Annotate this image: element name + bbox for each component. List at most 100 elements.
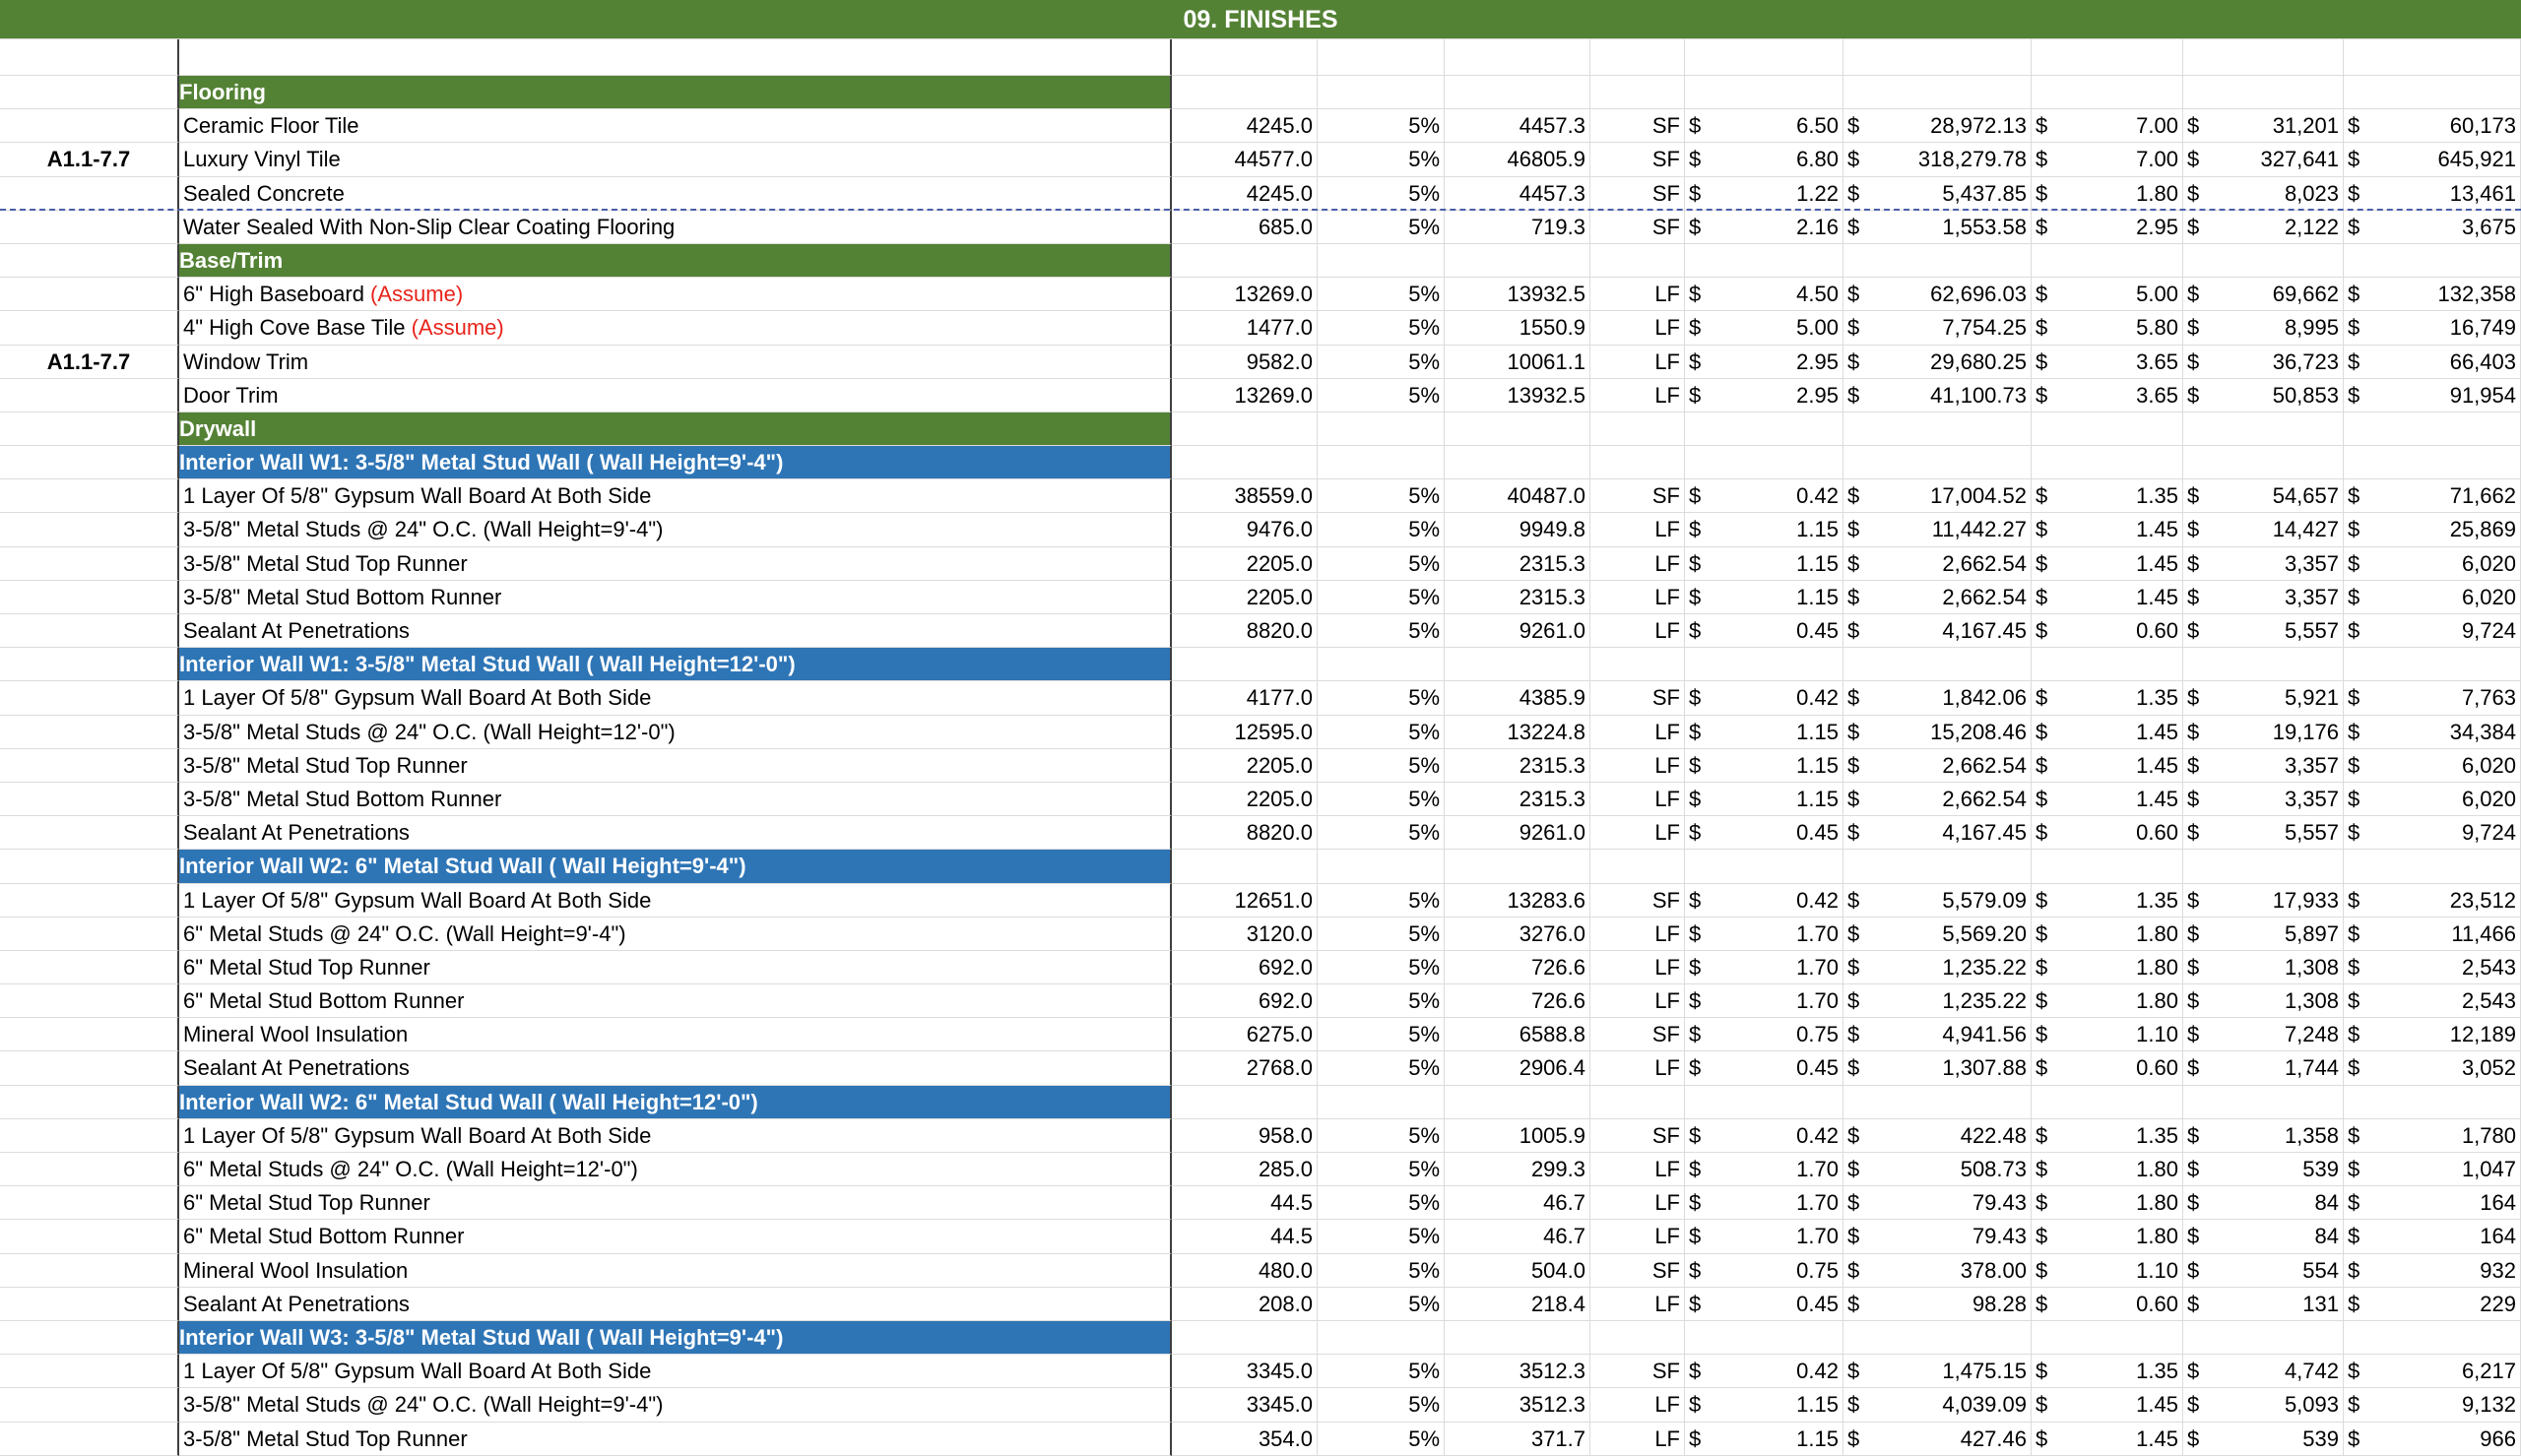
- labor-rate-cell[interactable]: $1.45: [2032, 782, 2183, 817]
- drawing-ref-cell[interactable]: [0, 1085, 179, 1119]
- material-rate-cell[interactable]: $6.50: [1685, 109, 1843, 144]
- material-total-cell[interactable]: $1,235.22: [1843, 950, 2032, 985]
- adjusted-quantity-cell[interactable]: 371.7: [1445, 1422, 1590, 1456]
- material-total-cell[interactable]: $422.48: [1843, 1118, 2032, 1153]
- waste-factor-cell[interactable]: 5%: [1318, 1388, 1445, 1423]
- item-description-cell[interactable]: 6" High Baseboard (Assume): [179, 278, 1172, 312]
- line-total-cell[interactable]: $132,358: [2344, 278, 2521, 312]
- labor-total-cell[interactable]: $84: [2183, 1220, 2344, 1254]
- drawing-ref-cell[interactable]: [0, 176, 179, 211]
- labor-total-cell[interactable]: $5,897: [2183, 917, 2344, 951]
- material-total-cell[interactable]: $427.46: [1843, 1422, 2032, 1456]
- material-total-cell[interactable]: $1,235.22: [1843, 984, 2032, 1019]
- drawing-ref-cell[interactable]: [0, 109, 179, 144]
- labor-rate-cell[interactable]: $1.80: [2032, 917, 2183, 951]
- unit-cell[interactable]: SF: [1590, 479, 1685, 514]
- unit-cell[interactable]: LF: [1590, 1287, 1685, 1321]
- quantity-cell[interactable]: 480.0: [1172, 1253, 1318, 1288]
- subcategory-header-cell[interactable]: Interior Wall W3: 3-5/8" Metal Stud Wall…: [179, 1320, 1172, 1356]
- drawing-ref-cell[interactable]: [0, 1051, 179, 1086]
- line-total-cell[interactable]: $11,466: [2344, 917, 2521, 951]
- cell[interactable]: [1172, 850, 1318, 884]
- waste-factor-cell[interactable]: 5%: [1318, 143, 1445, 177]
- item-description-cell[interactable]: 1 Layer Of 5/8" Gypsum Wall Board At Bot…: [179, 681, 1172, 716]
- unit-cell[interactable]: LF: [1590, 917, 1685, 951]
- waste-factor-cell[interactable]: 5%: [1318, 1355, 1445, 1389]
- cell[interactable]: [1445, 411, 1590, 447]
- cell[interactable]: [1685, 446, 1843, 480]
- waste-factor-cell[interactable]: 5%: [1318, 782, 1445, 817]
- material-total-cell[interactable]: $28,972.13: [1843, 109, 2032, 144]
- labor-rate-cell[interactable]: $1.35: [2032, 1118, 2183, 1153]
- adjusted-quantity-cell[interactable]: 13283.6: [1445, 883, 1590, 918]
- cell[interactable]: [2183, 648, 2344, 682]
- labor-rate-cell[interactable]: $1.45: [2032, 1388, 2183, 1423]
- cell[interactable]: [1685, 648, 1843, 682]
- drawing-ref-cell[interactable]: [0, 748, 179, 783]
- quantity-cell[interactable]: 8820.0: [1172, 614, 1318, 649]
- drawing-ref-cell[interactable]: [0, 580, 179, 614]
- labor-total-cell[interactable]: $14,427: [2183, 513, 2344, 547]
- quantity-cell[interactable]: 12651.0: [1172, 883, 1318, 918]
- cell[interactable]: [1318, 411, 1445, 447]
- line-total-cell[interactable]: $71,662: [2344, 479, 2521, 514]
- material-rate-cell[interactable]: $2.95: [1685, 378, 1843, 412]
- quantity-cell[interactable]: 2768.0: [1172, 1051, 1318, 1086]
- quantity-cell[interactable]: 13269.0: [1172, 378, 1318, 412]
- labor-rate-cell[interactable]: $1.80: [2032, 984, 2183, 1019]
- cell[interactable]: [1843, 446, 2032, 480]
- unit-cell[interactable]: LF: [1590, 580, 1685, 614]
- waste-factor-cell[interactable]: 5%: [1318, 210, 1445, 244]
- item-description-cell[interactable]: Water Sealed With Non-Slip Clear Coating…: [179, 210, 1172, 244]
- quantity-cell[interactable]: 2205.0: [1172, 580, 1318, 614]
- material-total-cell[interactable]: $2,662.54: [1843, 748, 2032, 783]
- labor-rate-cell[interactable]: $0.60: [2032, 614, 2183, 649]
- waste-factor-cell[interactable]: 5%: [1318, 278, 1445, 312]
- adjusted-quantity-cell[interactable]: 2315.3: [1445, 748, 1590, 783]
- item-description-cell[interactable]: 1 Layer Of 5/8" Gypsum Wall Board At Bot…: [179, 1118, 1172, 1153]
- line-total-cell[interactable]: $16,749: [2344, 311, 2521, 346]
- line-total-cell[interactable]: $66,403: [2344, 345, 2521, 379]
- unit-cell[interactable]: LF: [1590, 278, 1685, 312]
- cell[interactable]: [1318, 39, 1445, 76]
- drawing-ref-cell[interactable]: [0, 76, 179, 110]
- cell[interactable]: [2032, 39, 2183, 76]
- item-description-cell[interactable]: 6" Metal Studs @ 24" O.C. (Wall Height=1…: [179, 1153, 1172, 1187]
- cell[interactable]: [1172, 648, 1318, 682]
- labor-total-cell[interactable]: $5,557: [2183, 816, 2344, 851]
- drawing-ref-cell[interactable]: [0, 311, 179, 346]
- waste-factor-cell[interactable]: 5%: [1318, 109, 1445, 144]
- waste-factor-cell[interactable]: 5%: [1318, 1186, 1445, 1221]
- item-description-cell[interactable]: Mineral Wool Insulation: [179, 1253, 1172, 1288]
- line-total-cell[interactable]: $6,217: [2344, 1355, 2521, 1389]
- quantity-cell[interactable]: 685.0: [1172, 210, 1318, 244]
- item-description-cell[interactable]: 6" Metal Stud Bottom Runner: [179, 1220, 1172, 1254]
- labor-rate-cell[interactable]: $2.95: [2032, 210, 2183, 244]
- cell[interactable]: [1590, 1085, 1685, 1119]
- material-total-cell[interactable]: $5,437.85: [1843, 176, 2032, 211]
- material-rate-cell[interactable]: $0.42: [1685, 1118, 1843, 1153]
- quantity-cell[interactable]: 2205.0: [1172, 546, 1318, 581]
- adjusted-quantity-cell[interactable]: 9261.0: [1445, 816, 1590, 851]
- labor-total-cell[interactable]: $5,093: [2183, 1388, 2344, 1423]
- item-description-cell[interactable]: Ceramic Floor Tile: [179, 109, 1172, 144]
- sheet-title-banner[interactable]: 09. FINISHES: [0, 0, 2521, 39]
- line-total-cell[interactable]: $3,675: [2344, 210, 2521, 244]
- quantity-cell[interactable]: 8820.0: [1172, 816, 1318, 851]
- adjusted-quantity-cell[interactable]: 13932.5: [1445, 278, 1590, 312]
- labor-rate-cell[interactable]: $7.00: [2032, 109, 2183, 144]
- item-description-cell[interactable]: 6" Metal Stud Bottom Runner: [179, 984, 1172, 1019]
- material-total-cell[interactable]: $1,553.58: [1843, 210, 2032, 244]
- quantity-cell[interactable]: 692.0: [1172, 950, 1318, 985]
- cell[interactable]: [2344, 411, 2521, 447]
- material-rate-cell[interactable]: $0.75: [1685, 1018, 1843, 1052]
- cell[interactable]: [1445, 76, 1590, 110]
- adjusted-quantity-cell[interactable]: 504.0: [1445, 1253, 1590, 1288]
- unit-cell[interactable]: SF: [1590, 1118, 1685, 1153]
- adjusted-quantity-cell[interactable]: 3276.0: [1445, 917, 1590, 951]
- quantity-cell[interactable]: 12595.0: [1172, 715, 1318, 749]
- labor-rate-cell[interactable]: $1.45: [2032, 513, 2183, 547]
- material-rate-cell[interactable]: $1.15: [1685, 715, 1843, 749]
- waste-factor-cell[interactable]: 5%: [1318, 748, 1445, 783]
- drawing-ref-cell[interactable]: [0, 1320, 179, 1356]
